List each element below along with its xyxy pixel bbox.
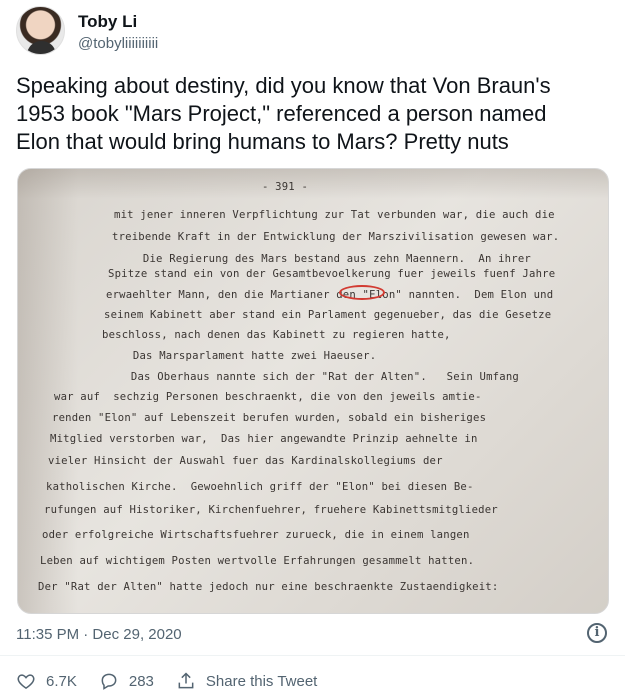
document-line: Das Oberhaus nannte sich der "Rat der Al…: [98, 371, 519, 383]
document-text: - 391 - mit jener inneren Verpflichtung …: [18, 169, 608, 613]
divider: [0, 655, 625, 656]
tweet-actions: 6.7K 283 Share this Tweet: [16, 670, 339, 692]
document-line: renden "Elon" auf Lebenszeit berufen wur…: [52, 412, 487, 424]
document-line: erwaehlter Mann, den die Martianer den "…: [106, 289, 554, 301]
info-icon[interactable]: i: [587, 623, 607, 643]
share-icon: [178, 672, 194, 689]
share-label: Share this Tweet: [205, 672, 318, 690]
share-button[interactable]: Share this Tweet: [176, 671, 317, 691]
document-line: katholischen Kirche. Gewoehnlich griff d…: [46, 481, 474, 493]
document-line: Die Regierung des Mars bestand aus zehn …: [110, 253, 531, 265]
reply-icon: [101, 673, 117, 690]
reply-button[interactable]: 283: [99, 671, 154, 691]
reply-count: 283: [128, 672, 154, 690]
tweet-timestamp[interactable]: 11:35 PM · Dec 29, 2020: [16, 626, 182, 643]
document-line: treibende Kraft in der Entwicklung der M…: [112, 231, 560, 243]
document-line: Das Marsparlament hatte zwei Haeuser.: [100, 350, 377, 362]
user-handle[interactable]: @tobyliiiiiiiiii: [78, 35, 158, 52]
document-line: war auf sechzig Personen beschraenkt, di…: [54, 391, 482, 403]
document-line: mit jener inneren Verpflichtung zur Tat …: [114, 209, 555, 221]
tweet-text: Speaking about destiny, did you know tha…: [16, 73, 551, 154]
document-line: Spitze stand ein von der Gesamtbevoelker…: [108, 268, 556, 280]
document-line: seinem Kabinett aber stand ein Parlament…: [104, 309, 552, 321]
document-line: rufungen auf Historiker, Kirchenfuehrer,…: [44, 504, 498, 516]
highlight-circle: [339, 285, 385, 300]
document-line: Leben auf wichtigem Posten wertvolle Erf…: [40, 555, 475, 567]
document-page-number: - 391 -: [262, 181, 309, 193]
tweet-header: Toby Li @tobyliiiiiiiiii: [16, 6, 609, 64]
document-line: Der "Rat der Alten" hatte jedoch nur ein…: [38, 581, 499, 593]
heart-icon: [17, 674, 35, 689]
document-line: vieler Hinsicht der Auswahl fuer das Kar…: [48, 455, 443, 467]
tweet-photo[interactable]: - 391 - mit jener inneren Verpflichtung …: [17, 168, 609, 614]
user-name[interactable]: Toby Li: [78, 12, 137, 32]
document-line: beschloss, nach denen das Kabinett zu re…: [102, 329, 451, 341]
avatar[interactable]: [16, 6, 65, 55]
like-button[interactable]: 6.7K: [16, 671, 77, 691]
like-count: 6.7K: [46, 672, 77, 690]
document-line: oder erfolgreiche Wirtschaftsfuehrer zur…: [42, 529, 470, 541]
document-line: Mitglied verstorben war, Das hier angewa…: [50, 433, 478, 445]
